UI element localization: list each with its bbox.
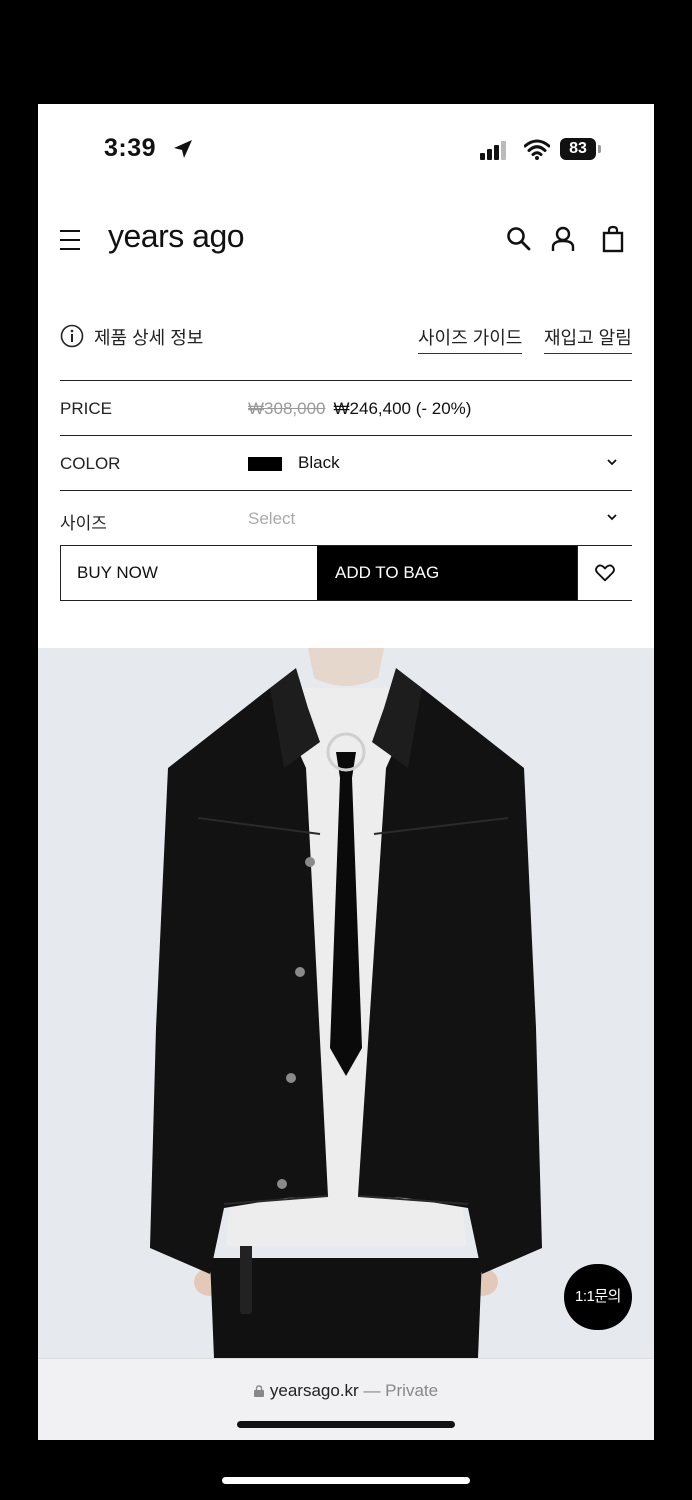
color-value: Black <box>298 453 340 472</box>
status-time: 3:39 <box>104 134 157 162</box>
home-indicator <box>237 1421 455 1428</box>
purchase-actions: BUY NOW ADD TO BAG <box>60 545 632 601</box>
chevron-down-icon <box>607 459 617 466</box>
color-label: COLOR <box>60 454 121 473</box>
size-select[interactable]: 사이즈 Select <box>60 491 632 545</box>
location-arrow-icon <box>174 140 192 158</box>
search-icon[interactable] <box>504 224 534 254</box>
jacket-illustration <box>150 648 542 1358</box>
bag-icon[interactable] <box>598 224 628 254</box>
price-value: ₩308,000 ₩246,400 (- 20%) <box>248 399 471 419</box>
lock-icon <box>253 1385 264 1397</box>
size-placeholder: Select <box>248 509 296 528</box>
add-to-bag-label: ADD TO BAG <box>335 563 440 582</box>
url-display[interactable]: yearsago.kr — Private <box>38 1381 654 1401</box>
status-bar: 3:39 83 <box>38 104 654 196</box>
url-domain: yearsago.kr <box>269 1381 359 1400</box>
heart-icon <box>595 564 615 582</box>
phone-screen: 3:39 83 years ago 제품 상세 정보 사이즈 가이드 재입고 알… <box>38 104 654 1440</box>
original-price: ₩308,000 <box>248 399 326 418</box>
color-swatch <box>248 457 282 471</box>
restock-alert-link[interactable]: 재입고 알림 <box>544 324 632 354</box>
site-header: years ago <box>38 212 654 268</box>
browser-url-bar[interactable]: yearsago.kr — Private <box>38 1358 654 1440</box>
chevron-down-icon <box>607 514 617 521</box>
outer-home-indicator <box>222 1477 470 1484</box>
chat-inquiry-button[interactable]: 1:1문의 <box>564 1264 632 1330</box>
size-guide-link[interactable]: 사이즈 가이드 <box>418 324 523 354</box>
product-image[interactable] <box>38 648 654 1358</box>
account-icon[interactable] <box>548 224 578 254</box>
sale-price: ₩246,400 (- 20%) <box>333 399 472 418</box>
add-to-bag-button[interactable]: ADD TO BAG <box>317 546 577 600</box>
battery-icon: 83 <box>560 138 604 160</box>
site-logo[interactable]: years ago <box>108 218 245 255</box>
info-icon <box>60 324 84 348</box>
battery-level: 83 <box>560 138 596 160</box>
private-mode-label: — Private <box>363 1381 439 1400</box>
wifi-icon <box>524 139 550 160</box>
price-row: PRICE ₩308,000 ₩246,400 (- 20%) <box>60 381 632 435</box>
product-detail-link[interactable]: 제품 상세 정보 <box>94 324 203 350</box>
buy-now-label: BUY NOW <box>77 563 158 582</box>
price-label: PRICE <box>60 399 112 418</box>
product-info-row: 제품 상세 정보 사이즈 가이드 재입고 알림 <box>60 320 632 360</box>
size-label: 사이즈 <box>60 514 107 533</box>
wishlist-button[interactable] <box>577 546 632 600</box>
buy-now-button[interactable]: BUY NOW <box>61 546 317 600</box>
color-select[interactable]: COLOR Black <box>60 436 632 490</box>
signal-icon <box>480 141 506 160</box>
menu-icon[interactable] <box>60 226 82 254</box>
